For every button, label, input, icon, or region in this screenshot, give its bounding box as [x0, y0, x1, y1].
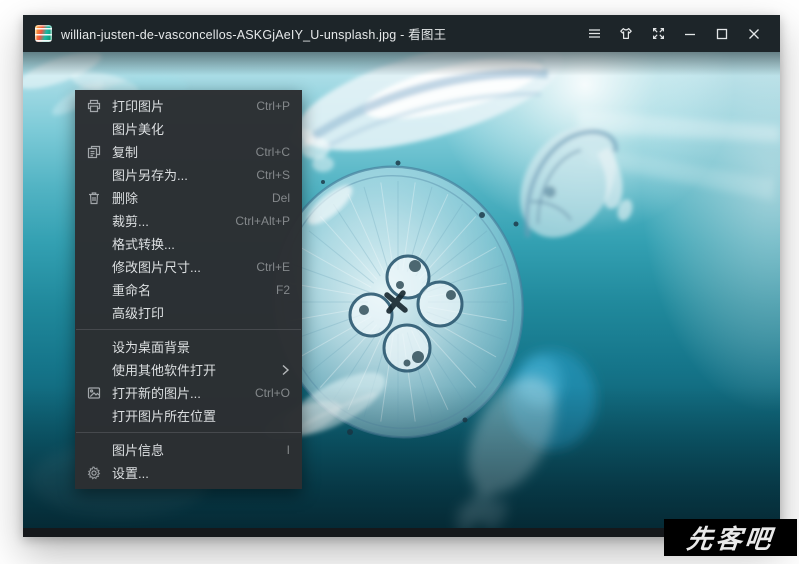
chevron-right-icon [281, 364, 290, 376]
menu-item-shortcut: Del [271, 190, 290, 205]
menu-item-label: 设置... [112, 466, 149, 481]
menu-item-shortcut: Ctrl+O [254, 385, 290, 400]
menu-item-label: 设为桌面背景 [112, 340, 191, 355]
image-viewer-window: willian-justen-de-vasconcellos-ASKGjAeIY… [23, 15, 780, 537]
menu-item-shortcut: Ctrl+C [255, 144, 290, 159]
window-title: willian-justen-de-vasconcellos-ASKGjAeIY… [61, 28, 447, 42]
watermark-badge: 先客吧 [664, 519, 797, 556]
menu-item-settings[interactable]: 设置... [75, 461, 302, 484]
menu-item-open-location[interactable]: 打开图片所在位置 [75, 404, 302, 427]
menu-item-label: 高级打印 [112, 306, 165, 321]
menu-item-label: 重命名 [112, 283, 152, 298]
menu-item-save-as[interactable]: 图片另存为... Ctrl+S [75, 163, 302, 186]
menu-item-label: 图片美化 [112, 122, 165, 137]
close-icon [747, 27, 761, 41]
menu-item-copy[interactable]: 复制 Ctrl+C [75, 140, 302, 163]
menu-item-label: 图片另存为... [112, 168, 188, 183]
copy-icon [75, 144, 112, 160]
menu-item-shortcut: Ctrl+S [256, 167, 290, 182]
menu-item-open-with[interactable]: 使用其他软件打开 [75, 358, 302, 381]
menu-item-resize-image[interactable]: 修改图片尺寸... Ctrl+E [75, 255, 302, 278]
menu-item-crop[interactable]: 裁剪... Ctrl+Alt+P [75, 209, 302, 232]
menu-item-label: 删除 [112, 191, 139, 206]
menu-item-beautify[interactable]: 图片美化 [75, 117, 302, 140]
menu-item-shortcut: Ctrl+P [256, 98, 290, 113]
watermark-text: 先客吧 [685, 524, 776, 554]
menu-item-label: 打印图片 [112, 99, 165, 114]
minimize-button[interactable] [674, 15, 706, 52]
menu-item-print-image[interactable]: 打印图片 Ctrl+P [75, 94, 302, 117]
context-menu: 打印图片 Ctrl+P 图片美化复制 Ctrl+C 图片另存为... Ctrl+S 删除 De… [75, 90, 302, 489]
menu-item-rename[interactable]: 重命名 F2 [75, 278, 302, 301]
menu-item-label: 打开图片所在位置 [112, 409, 217, 424]
menu-item-label: 格式转换... [112, 237, 175, 252]
menu-item-advanced-print[interactable]: 高级打印 [75, 301, 302, 324]
menu-separator [76, 329, 301, 330]
menu-item-format-convert[interactable]: 格式转换... [75, 232, 302, 255]
tshirt-icon [618, 26, 634, 41]
menu-item-image-info[interactable]: 图片信息 I [75, 438, 302, 461]
fullscreen-button[interactable] [642, 15, 674, 52]
maximize-button[interactable] [706, 15, 738, 52]
expand-icon [651, 26, 666, 41]
menu-item-label: 复制 [112, 145, 139, 160]
menu-item-shortcut: Ctrl+E [256, 259, 290, 274]
menu-item-delete[interactable]: 删除 Del [75, 186, 302, 209]
image-icon [75, 385, 112, 401]
menu-item-label: 裁剪... [112, 214, 149, 229]
close-button[interactable] [738, 15, 770, 52]
menu-item-label: 修改图片尺寸... [112, 260, 201, 275]
menu-item-label: 图片信息 [112, 443, 165, 458]
menu-item-label: 打开新的图片... [112, 386, 201, 401]
window-controls [578, 15, 770, 52]
hamburger-icon [587, 26, 602, 41]
menu-item-set-wallpaper[interactable]: 设为桌面背景 [75, 335, 302, 358]
menu-item-label: 使用其他软件打开 [112, 363, 217, 378]
menu-separator [76, 432, 301, 433]
app-logo-icon [35, 25, 52, 42]
maximize-icon [715, 27, 729, 41]
printer-icon [75, 98, 112, 114]
main-menu-button[interactable] [578, 15, 610, 52]
menu-item-shortcut: F2 [275, 282, 290, 297]
trash-icon [75, 190, 112, 206]
menu-item-shortcut: Ctrl+Alt+P [235, 213, 290, 228]
menu-item-open-new-image[interactable]: 打开新的图片... Ctrl+O [75, 381, 302, 404]
titlebar[interactable]: willian-justen-de-vasconcellos-ASKGjAeIY… [23, 15, 780, 52]
minimize-icon [683, 27, 697, 41]
gear-icon [75, 465, 112, 481]
skin-button[interactable] [610, 15, 642, 52]
screen: willian-justen-de-vasconcellos-ASKGjAeIY… [0, 0, 799, 564]
menu-item-shortcut: I [286, 442, 290, 457]
